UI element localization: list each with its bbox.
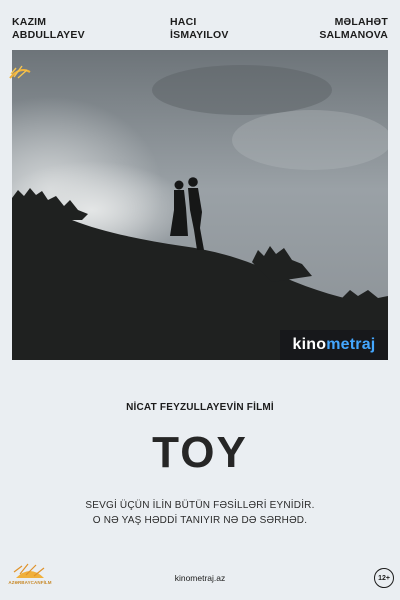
film-still: kino metraj	[12, 50, 388, 360]
tagline-line: SEVGİ ÜÇÜN İLİN BÜTÜN FƏSİLLƏRİ EYNİDİR.	[85, 500, 315, 511]
tagline-line: O NƏ YAŞ HƏDDİ TANIYIR NƏ DƏ SƏRHƏD.	[92, 515, 308, 526]
badge-text-part1: kino	[292, 336, 327, 353]
kinometraj-badge: kino metraj	[280, 330, 388, 360]
director-credit: NİCAT FEYZULLAYEVİN FİLMİ	[126, 402, 274, 413]
badge-text-part2: metraj	[326, 336, 376, 353]
cast-name: KAZIM ABDULLAYEV	[12, 16, 85, 41]
website-link[interactable]: kinometraj.az	[0, 573, 400, 583]
age-rating-badge: 12+	[374, 568, 394, 588]
cast-name: MƏLAHƏT SALMANOVA	[319, 16, 388, 41]
sun-logo-icon	[9, 65, 31, 79]
tagline: SEVGİ ÜÇÜN İLİN BÜTÜN FƏSİLLƏRİ EYNİDİR.…	[0, 498, 400, 528]
film-still-image	[12, 50, 388, 360]
film-title: TOY	[152, 428, 248, 477]
cast-list: KAZIM ABDULLAYEV HACI İSMAYILOV MƏLAHƏT …	[0, 16, 400, 46]
cast-name: HACI İSMAYILOV	[170, 16, 229, 41]
